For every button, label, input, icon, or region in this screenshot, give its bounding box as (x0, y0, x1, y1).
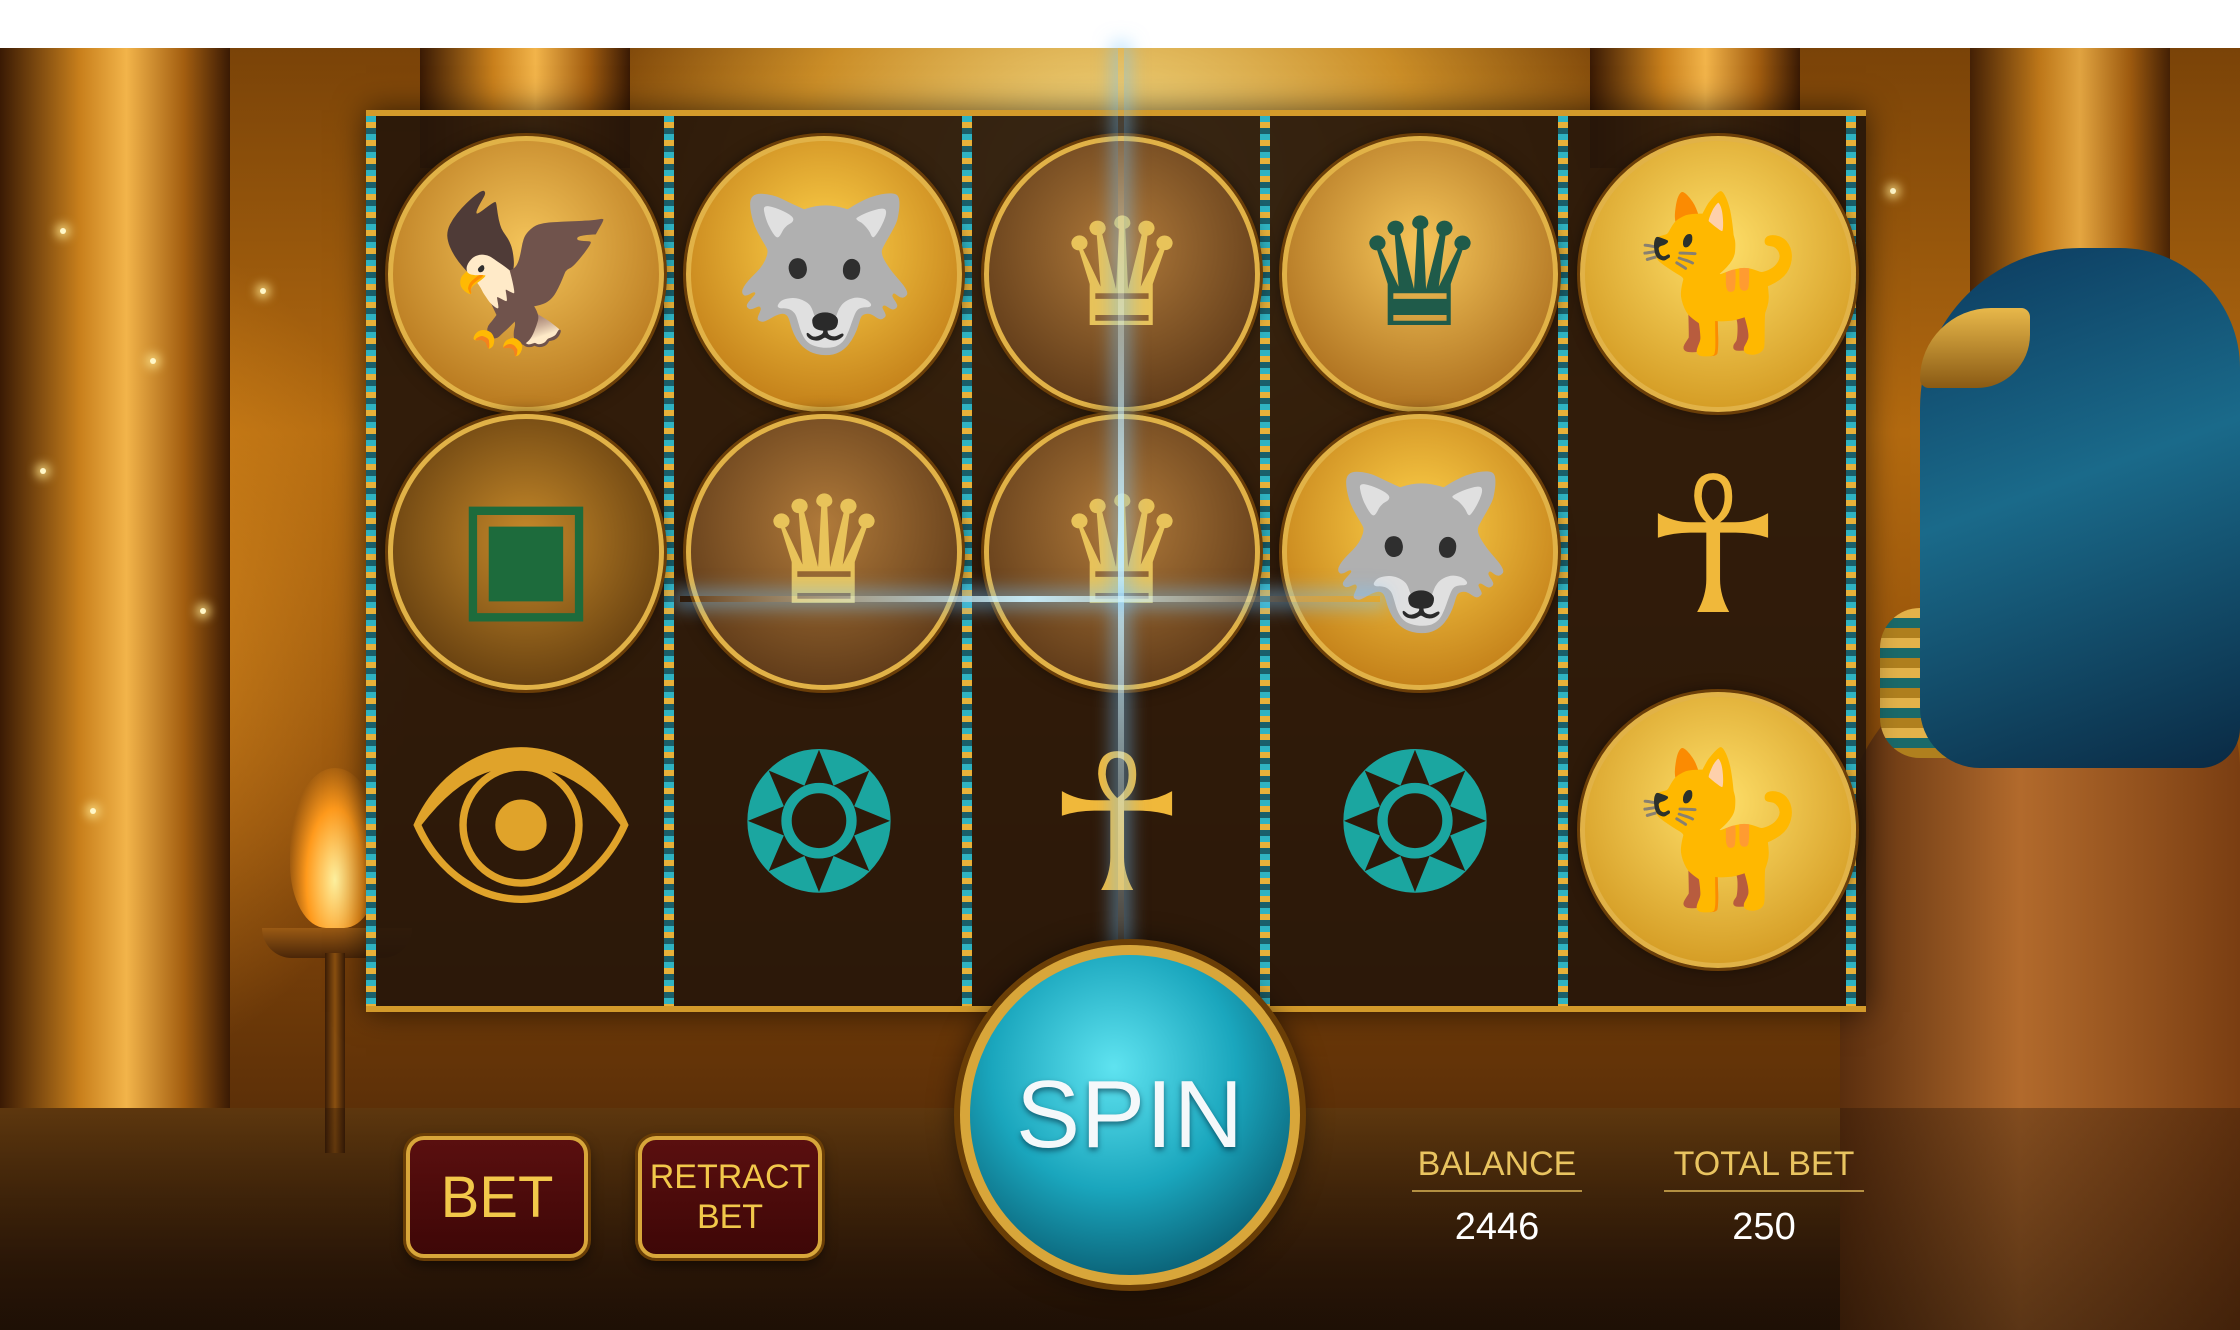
balance-display: BALANCE 2446 (1412, 1145, 1582, 1249)
bastet-icon: 🐈 (1580, 692, 1856, 968)
light-flare-horizontal (680, 596, 1380, 602)
bet-button-label: BET (440, 1164, 554, 1230)
bet-button[interactable]: BET (406, 1136, 588, 1258)
anubis-glyph: 🐺 (1326, 465, 1514, 639)
pharaoh-icon: ♛ (686, 414, 962, 690)
bastet-glyph: 🐈 (1624, 743, 1812, 917)
reel-5: 🐈 ☥ 🐈 (1570, 116, 1860, 1006)
balance-label: BALANCE (1412, 1145, 1582, 1192)
winged-scarab-glyph: ❂ (739, 714, 899, 935)
winged-scarab-icon: ❂ (1282, 692, 1548, 958)
retract-bet-label: RETRACT BET (650, 1157, 811, 1237)
total-bet-value: 250 (1732, 1206, 1796, 1248)
retract-bet-button[interactable]: RETRACT BET (638, 1136, 822, 1258)
retract-bet-line1: RETRACT (649, 1158, 811, 1196)
sparkle (60, 228, 66, 234)
reel-4: ♛ 🐺 ❂ (1272, 116, 1562, 1006)
total-bet-display: TOTAL BET 250 (1664, 1145, 1864, 1249)
scarab-book-glyph: ▣ (455, 465, 597, 639)
spin-button-label: SPIN (1015, 1061, 1245, 1168)
winged-scarab-icon: ❂ (686, 692, 952, 958)
horus-glyph: 🦅 (432, 187, 620, 361)
reel-divider (366, 116, 376, 1006)
ankh-icon: ☥ (1580, 414, 1846, 680)
winged-scarab-glyph: ❂ (1335, 714, 1495, 935)
pharaoh-glyph: ♛ (756, 465, 892, 639)
ankh-icon: ☥ (984, 692, 1250, 958)
anubis-icon: 🐺 (686, 136, 962, 412)
sparkle (260, 288, 266, 294)
sparkle (90, 808, 96, 814)
eye-of-ra-icon: 👁 (388, 692, 654, 958)
spin-button[interactable]: SPIN (960, 945, 1300, 1285)
bastet-icon: 🐈 (1580, 136, 1856, 412)
reel-1: 🦅 ▣ 👁 (378, 116, 668, 1006)
reel-2: 🐺 ♛ ❂ (676, 116, 966, 1006)
balance-value: 2446 (1454, 1206, 1540, 1248)
reel-frame: 🦅 ▣ 👁 🐺 ♛ ❂ ♛ ♛ ☥ ♛ 🐺 ❂ 🐈 ☥ 🐈 (366, 110, 1866, 1012)
cleopatra-icon: ♛ (1282, 136, 1558, 412)
ankh-glyph: ☥ (1642, 436, 1784, 657)
light-flare-vertical (1118, 48, 1124, 1048)
anubis-icon: 🐺 (1282, 414, 1558, 690)
cleopatra-glyph: ♛ (1352, 187, 1488, 361)
ankh-glyph: ☥ (1046, 714, 1188, 935)
total-bet-label: TOTAL BET (1664, 1145, 1864, 1192)
sparkle (200, 608, 206, 614)
left-pillar (0, 48, 230, 1148)
retract-bet-line2: BET (696, 1198, 764, 1236)
scarab-book-icon: ▣ (388, 414, 664, 690)
anubis-glyph: 🐺 (730, 187, 918, 361)
eye-of-ra-glyph: 👁 (400, 714, 642, 935)
horus-icon: 🦅 (388, 136, 664, 412)
sparkle (150, 358, 156, 364)
sparkle (40, 468, 46, 474)
bastet-glyph: 🐈 (1624, 187, 1812, 361)
sparkle (1890, 188, 1896, 194)
